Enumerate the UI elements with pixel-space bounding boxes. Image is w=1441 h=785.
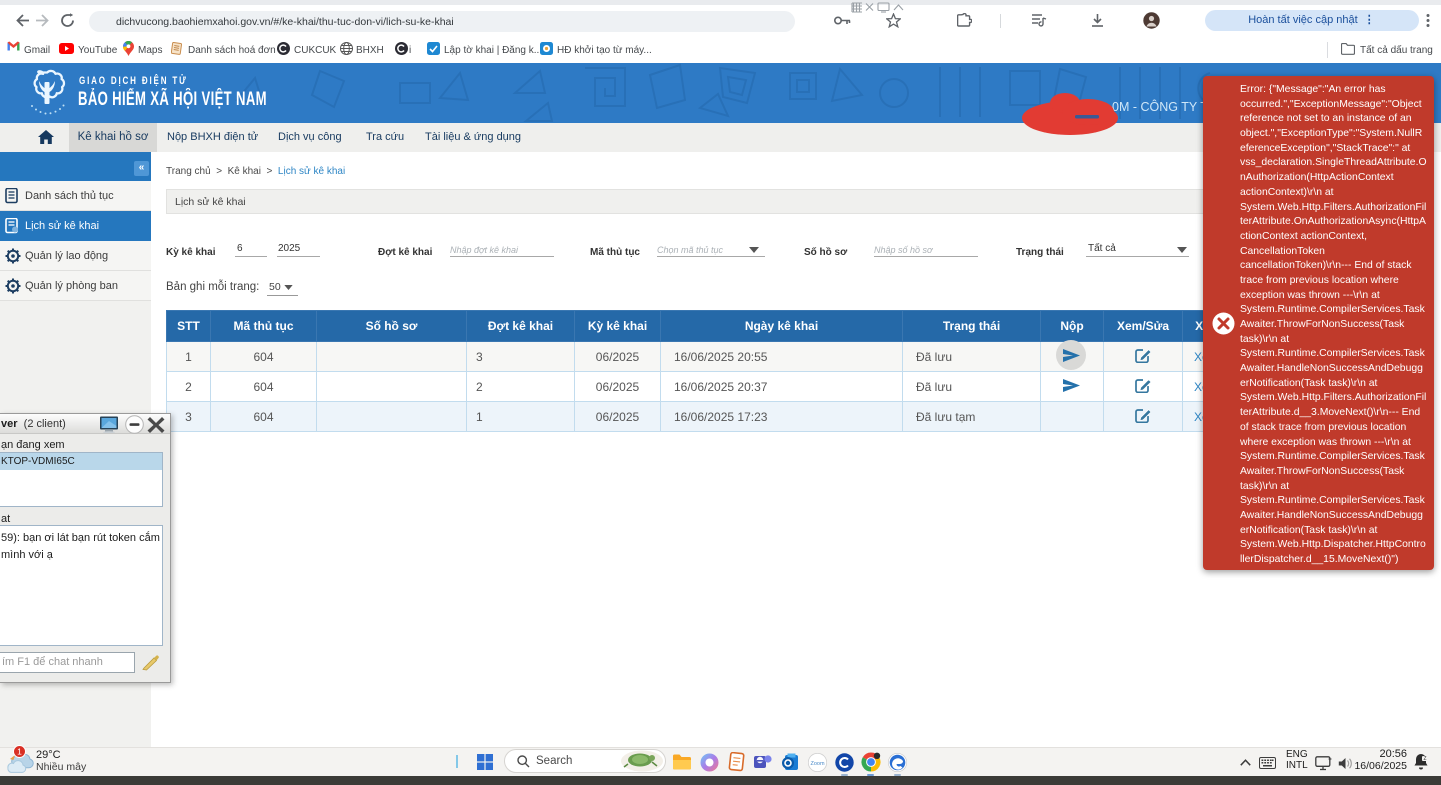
- svg-text:Zoom: Zoom: [810, 761, 824, 767]
- svg-text:1: 1: [17, 747, 22, 757]
- svg-text:Z: Z: [1423, 756, 1426, 762]
